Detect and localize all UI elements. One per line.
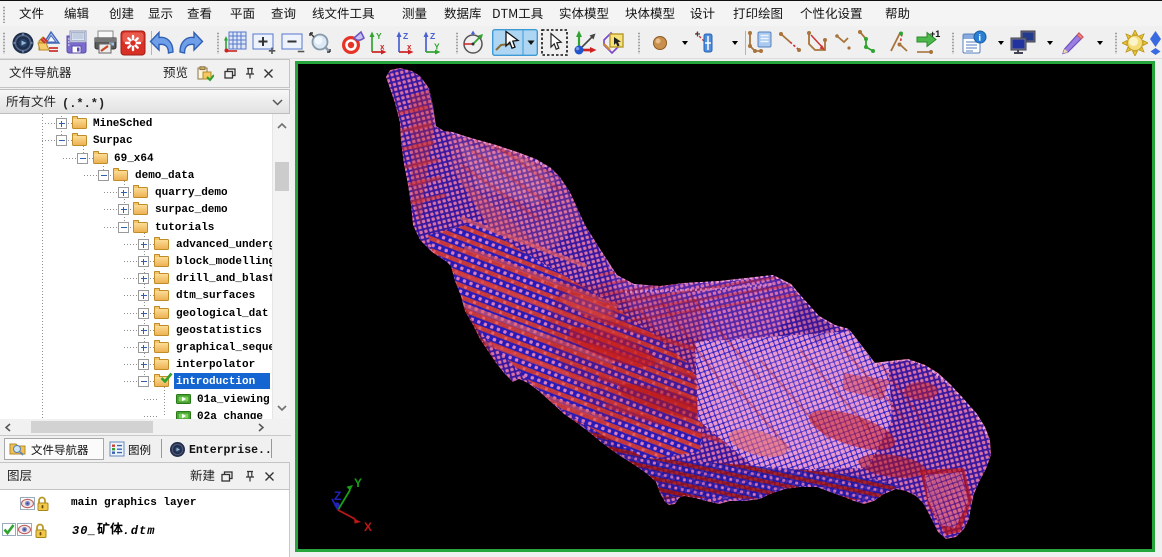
svg-text:Y: Y [354, 476, 362, 490]
svg-text:X: X [364, 520, 372, 534]
svg-text:+1: +1 [930, 30, 940, 39]
svg-text:Z: Z [430, 31, 435, 41]
svg-text:Z: Z [403, 31, 408, 41]
svg-text:Y: Y [376, 31, 382, 41]
svg-text:x: x [407, 43, 412, 52]
svg-text:Y: Y [434, 42, 440, 52]
svg-text:Z: Z [334, 489, 341, 503]
svg-text:x: x [380, 43, 385, 52]
